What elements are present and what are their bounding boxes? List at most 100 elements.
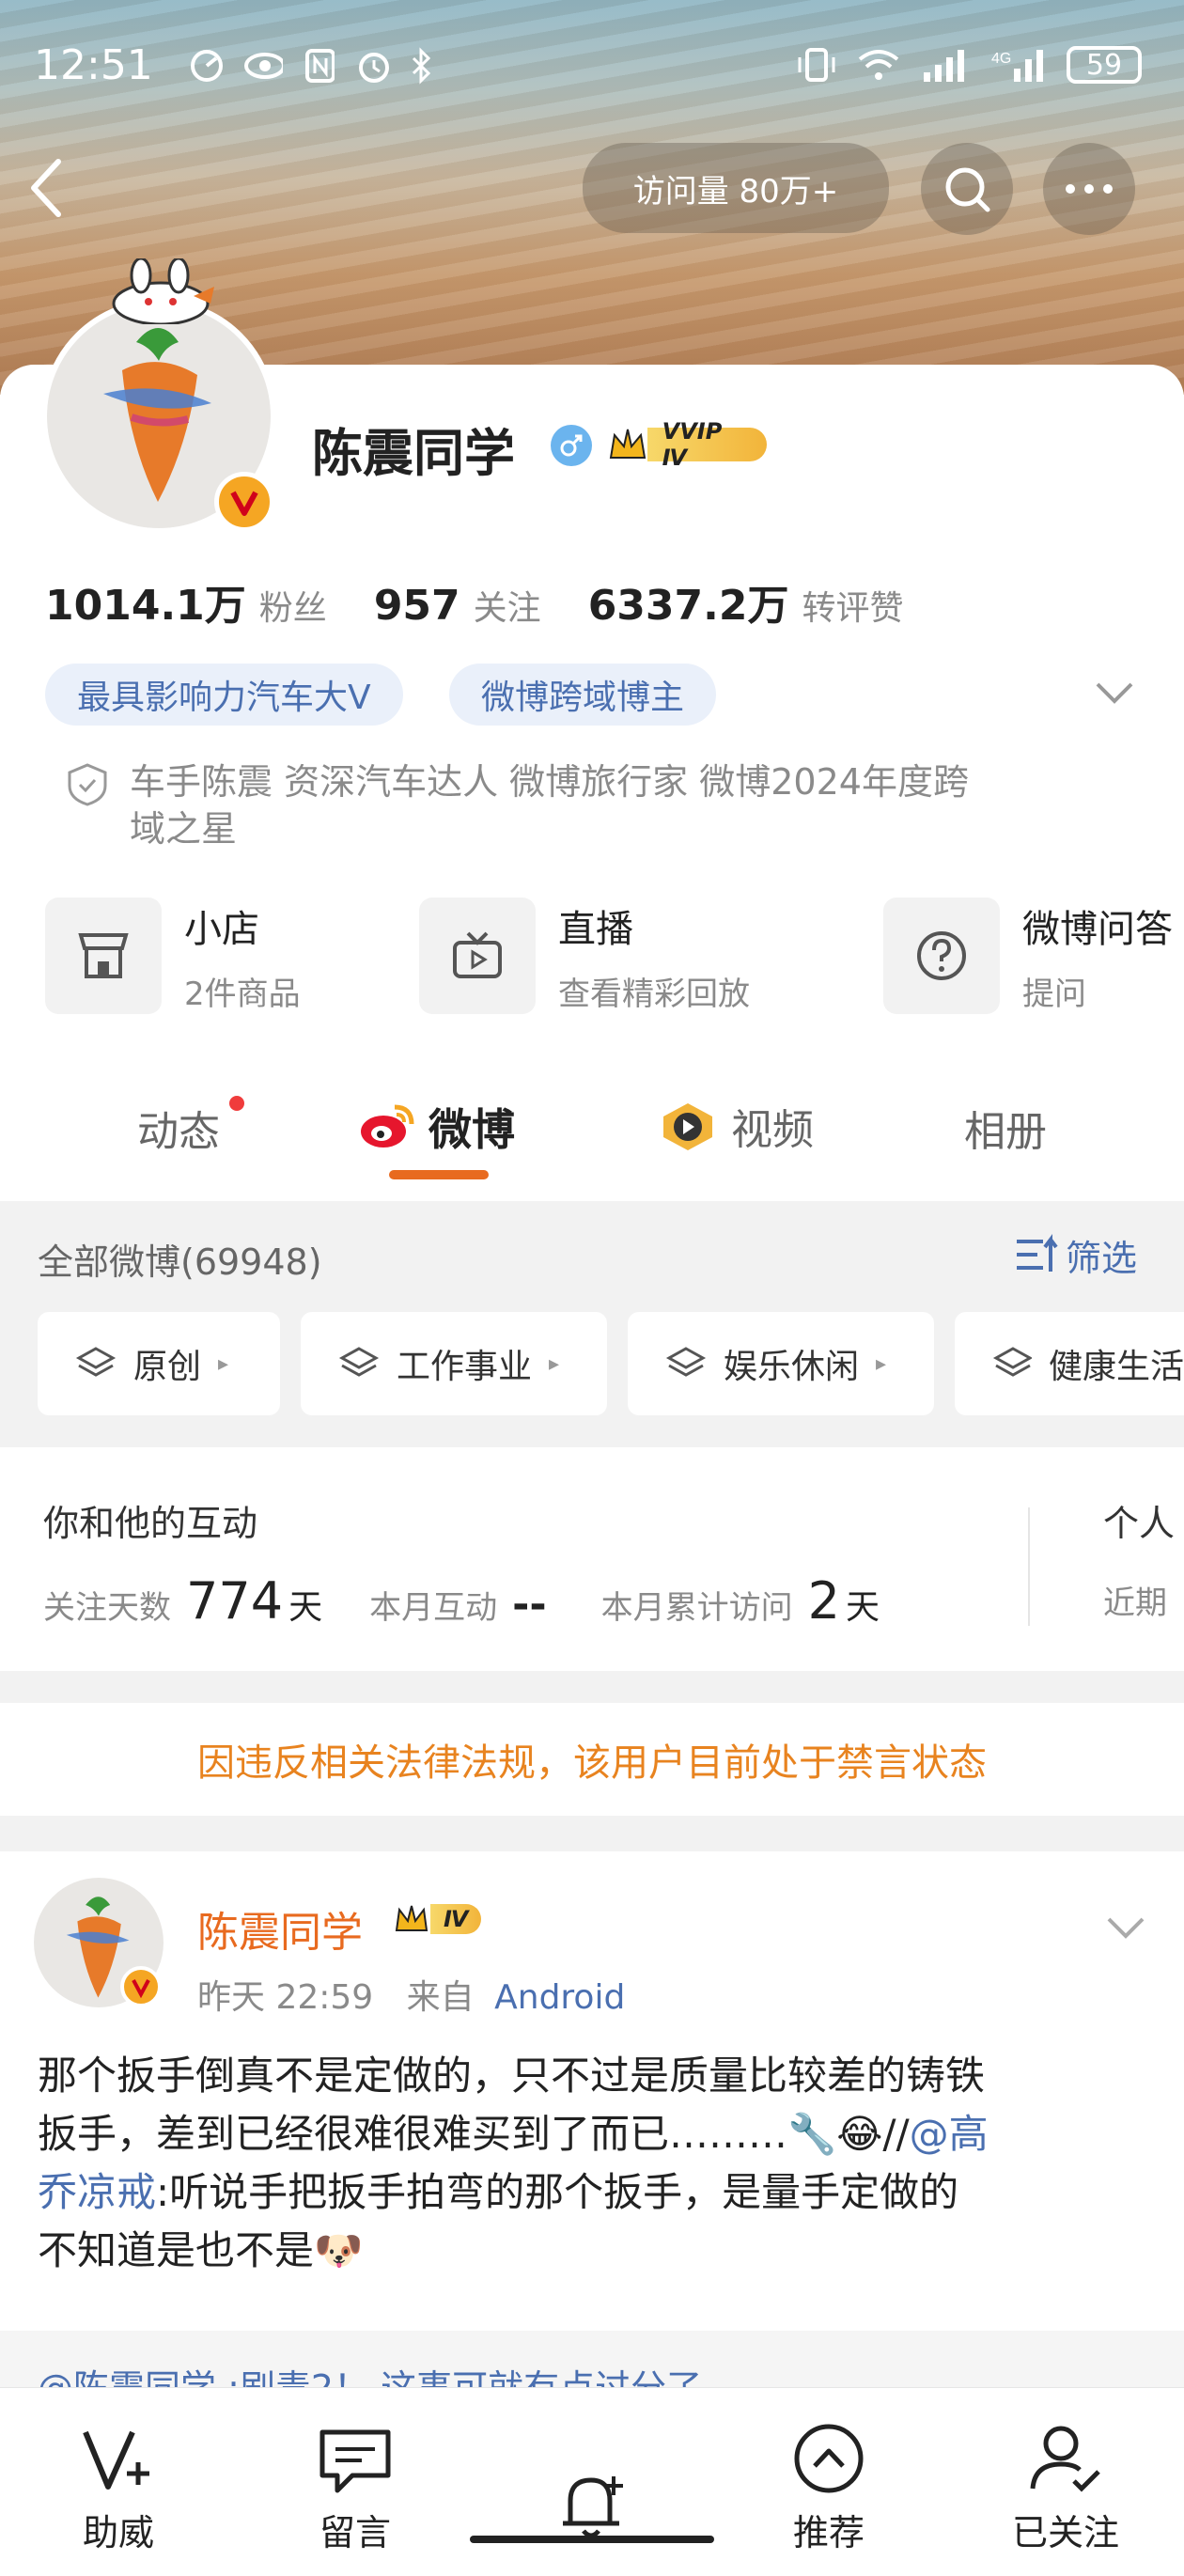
- mention-link[interactable]: @高: [910, 2111, 989, 2157]
- month-interaction-value: --: [512, 1581, 547, 1629]
- post-line-2: 扳手，差到已经很难很难买到了而已………🔧😂//@高: [38, 2105, 1156, 2163]
- active-tab-underline: [389, 1170, 489, 1179]
- shop-title: 小店: [184, 907, 259, 951]
- chip-leisure[interactable]: 娱乐休闲 ▸: [628, 1312, 934, 1415]
- ban-notice: 因违反相关法律法规，该用户目前处于禁言状态: [0, 1703, 1184, 1816]
- chip-leisure-label: 娱乐休闲: [724, 1348, 860, 1386]
- filter-button[interactable]: 筛选: [1013, 1229, 1137, 1281]
- signal-icon: [924, 50, 964, 82]
- nav-cheer[interactable]: 助威: [0, 2388, 237, 2576]
- post-verified-badge: [120, 1966, 162, 2007]
- vip-badge[interactable]: VVIP Ⅳ: [607, 418, 767, 471]
- all-weibo-count: 全部微博(69948): [38, 1241, 322, 1283]
- user-check-icon: [1030, 2426, 1100, 2492]
- mention-link-cont[interactable]: 乔凉戒: [38, 2169, 156, 2215]
- vip-label: VVIP Ⅳ: [647, 418, 767, 471]
- divider: [1028, 1507, 1030, 1626]
- personal-sub: 近期: [1103, 1585, 1167, 1622]
- wifi-icon: [858, 50, 899, 80]
- bunny-decoration-icon: [112, 258, 214, 324]
- shop-sub: 2件商品: [184, 975, 301, 1013]
- post-source-prefix: 来自: [406, 1978, 475, 2017]
- layers-icon: [992, 1347, 1032, 1377]
- likes-label[interactable]: 转评赞: [802, 581, 903, 630]
- retweet-preview[interactable]: @陈震同学 :刷毒2！ 这事可就有点过分了: [0, 2331, 1184, 2387]
- question-icon: [883, 898, 1000, 1014]
- search-icon: [945, 167, 990, 212]
- nfc-icon: [304, 49, 335, 83]
- expand-chevron-icon[interactable]: [1094, 679, 1135, 707]
- bio-line-1: 车手陈震 资深汽车达人 微博旅行家 微博2024年度跨: [130, 761, 969, 803]
- tv-live-icon: [419, 898, 536, 1014]
- bio-line-2: 域之星: [130, 808, 238, 850]
- post-text: 那个扳手倒真不是定做的，只不过是质量比较差的铸铁 扳手，差到已经很难很难买到了而…: [38, 2047, 1156, 2280]
- post-vip-badge: Ⅳ: [393, 1902, 482, 1936]
- chip-health[interactable]: 健康生活: [955, 1312, 1184, 1415]
- filter-label: 筛选: [1066, 1238, 1138, 1279]
- follow-count[interactable]: 957: [374, 582, 460, 630]
- tab-weibo[interactable]: 微博: [357, 1096, 515, 1158]
- tag-crossdomain[interactable]: 微博跨域博主: [449, 664, 717, 726]
- post-menu-chevron-icon[interactable]: [1105, 1913, 1146, 1942]
- live-sub: 查看精彩回放: [558, 975, 750, 1013]
- chip-arrow-icon: ▸: [876, 1351, 887, 1376]
- nav-followed[interactable]: 已关注: [947, 2388, 1184, 2576]
- month-visit-value: 2: [807, 1571, 840, 1631]
- chip-original-label: 原创: [133, 1348, 202, 1386]
- chip-original[interactable]: 原创 ▸: [38, 1312, 280, 1415]
- quick-link-qa[interactable]: 微博问答 提问: [883, 898, 1173, 1014]
- tag-influence[interactable]: 最具影响力汽车大V: [45, 664, 403, 726]
- weibo-logo-icon: [361, 1104, 414, 1147]
- visits-pill[interactable]: 访问量 80万+: [583, 143, 889, 233]
- svg-text:4G: 4G: [991, 51, 1011, 67]
- tab-video[interactable]: 视频: [658, 1096, 814, 1156]
- fans-label[interactable]: 粉丝: [259, 581, 327, 630]
- video-play-icon: [663, 1103, 712, 1150]
- tab-dynamic[interactable]: 动态: [137, 1098, 220, 1158]
- nav-message-label: 留言: [319, 2512, 391, 2553]
- status-icons-left: [188, 47, 432, 85]
- cheer-v-icon: [83, 2430, 149, 2490]
- tab-album[interactable]: 相册: [964, 1098, 1047, 1158]
- layers-icon: [338, 1347, 380, 1377]
- more-button[interactable]: [1043, 143, 1135, 235]
- post-line-1: 那个扳手倒真不是定做的，只不过是质量比较差的铸铁: [38, 2053, 986, 2099]
- nav-message[interactable]: 留言: [237, 2388, 474, 2576]
- qa-title: 微博问答: [1022, 907, 1173, 951]
- back-arrow-icon: [31, 159, 61, 217]
- nav-recommend[interactable]: 推荐: [710, 2388, 947, 2576]
- post-author[interactable]: 陈震同学: [197, 1898, 363, 1959]
- up-circle-icon: [794, 2424, 864, 2493]
- quick-link-live[interactable]: 直播 查看精彩回放: [419, 898, 750, 1014]
- status-time: 12:51: [34, 41, 153, 89]
- fans-count[interactable]: 1014.1万: [45, 571, 246, 632]
- crown-icon: [395, 1905, 428, 1931]
- eye-icon: [243, 53, 283, 79]
- quick-link-shop[interactable]: 小店 2件商品: [45, 898, 301, 1014]
- chip-arrow-icon: ▸: [218, 1351, 229, 1376]
- post-source[interactable]: Android: [494, 1978, 625, 2017]
- live-title: 直播: [558, 907, 633, 951]
- back-button[interactable]: [26, 155, 83, 221]
- personal-title[interactable]: 个人: [1103, 1494, 1175, 1546]
- alarm-icon: [358, 53, 389, 83]
- profile-name: 陈震同学: [312, 424, 515, 483]
- tab-dynamic-red-dot: [229, 1096, 244, 1111]
- search-button[interactable]: [921, 143, 1013, 235]
- month-interaction-label: 本月互动: [369, 1589, 498, 1627]
- month-visit-label: 本月累计访问: [600, 1589, 793, 1627]
- post-meta: 昨天 22:59 来自 Android: [197, 1970, 625, 2019]
- more-dots-icon: [1066, 184, 1113, 194]
- vibrate-icon: [798, 48, 835, 82]
- verified-badge: [214, 472, 274, 532]
- filter-icon: [1017, 1233, 1058, 1272]
- follow-label[interactable]: 关注: [474, 581, 541, 630]
- status-icons-right: 4G 59: [766, 43, 1142, 86]
- chip-arrow-icon: ▸: [549, 1351, 560, 1376]
- chip-work[interactable]: 工作事业 ▸: [301, 1312, 607, 1415]
- stats-row: 1014.1万 粉丝 957 关注 6337.2万 转评赞: [45, 571, 904, 632]
- post-line-4: 不知道是也不是🐶: [38, 2227, 364, 2273]
- nav-notify[interactable]: [474, 2388, 710, 2576]
- nav-cheer-label: 助威: [82, 2512, 154, 2553]
- likes-count[interactable]: 6337.2万: [588, 571, 789, 632]
